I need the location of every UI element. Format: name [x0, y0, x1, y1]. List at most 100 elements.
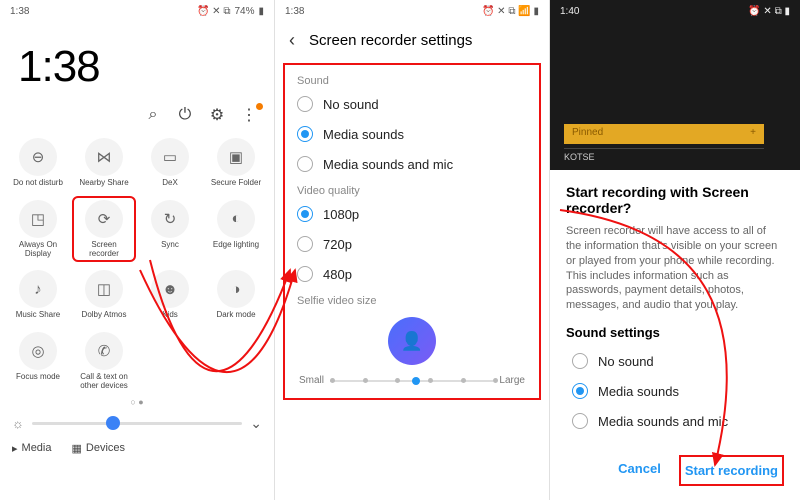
tile-label: Always On Display: [8, 241, 68, 259]
quick-settings-panel: 1:38 ⏰ ✕ ⧉74%▮ 1:38 ⌕ ⏻ ⚙ ⋮ ⊖ Do not dist…: [0, 0, 275, 500]
tile-label: Dark mode: [216, 311, 255, 320]
dialog-text: Screen recorder will have access to all …: [566, 224, 784, 313]
status-bar: 1:40 ⏰ ✕ ⧉ ▮: [550, 0, 800, 22]
search-icon[interactable]: ⌕: [144, 106, 162, 124]
radio-icon: [297, 206, 313, 222]
radio-icon: [297, 96, 313, 112]
tile-label: Call & text on other devices: [74, 373, 134, 391]
quality-option-480p[interactable]: 480p: [291, 259, 533, 289]
tile-label: DeX: [162, 179, 178, 188]
quick-tile-always-on-display[interactable]: ◳ Always On Display: [6, 196, 70, 263]
tile-label: Secure Folder: [211, 179, 261, 188]
panel-clock: 1:38: [0, 22, 274, 106]
option-label: Media sounds: [598, 384, 679, 399]
start-recording-button[interactable]: Start recording: [679, 455, 784, 486]
sound-option-media-sounds-and-mic[interactable]: Media sounds and mic: [291, 149, 533, 179]
quick-tile-dark-mode[interactable]: ◑Dark mode: [204, 266, 268, 324]
quick-tile-focus-mode[interactable]: ◎ Focus mode: [6, 328, 70, 395]
sound-option-media-sounds[interactable]: Media sounds: [291, 119, 533, 149]
dialog-subheader: Sound settings: [566, 325, 784, 340]
dialog-sound-option-media-sounds-and-mic[interactable]: Media sounds and mic: [566, 406, 784, 436]
tile-icon: ♪: [19, 270, 57, 308]
page-title: Screen recorder settings: [309, 32, 472, 49]
status-time: 1:38: [285, 6, 304, 17]
option-label: 1080p: [323, 207, 359, 222]
quick-tile-sync[interactable]: ↻Sync: [138, 196, 202, 263]
section-header-sound: Sound: [291, 69, 533, 89]
tile-label: Kids: [162, 311, 178, 320]
panel-footer: ▸Media ▦Devices: [0, 438, 274, 459]
settings-icon[interactable]: ⚙: [208, 106, 226, 124]
cancel-button[interactable]: Cancel: [614, 455, 665, 486]
quick-tile-kids[interactable]: ☻ Kids: [138, 266, 202, 324]
quick-tile-edge-lighting[interactable]: ◐ Edge lighting: [204, 196, 268, 263]
media-button[interactable]: ▸Media: [12, 442, 52, 455]
highlight-box: Sound No sound Media sounds Media sounds a…: [283, 63, 541, 400]
dialog-sound-option-media-sounds[interactable]: Media sounds: [566, 376, 784, 406]
status-bar: 1:38 ⏰ ✕ ⧉74%▮: [0, 0, 274, 22]
page-dots: ○ ●: [0, 395, 274, 409]
tile-icon: ◎: [19, 332, 57, 370]
option-label: 720p: [323, 237, 352, 252]
status-time: 1:38: [10, 6, 29, 17]
tile-icon: ◳: [19, 200, 57, 238]
tile-label: Screen recorder: [76, 241, 132, 259]
quick-tile-dolby-atmos[interactable]: ◫Dolby Atmos: [72, 266, 136, 324]
power-icon[interactable]: ⏻: [176, 106, 194, 124]
quality-option-720p[interactable]: 720p: [291, 229, 533, 259]
tile-label: Nearby Share: [79, 179, 128, 188]
quick-tile-dex[interactable]: ▭ DeX: [138, 134, 202, 192]
option-label: Media sounds and mic: [598, 414, 728, 429]
radio-icon: [297, 126, 313, 142]
option-label: Media sounds: [323, 127, 404, 142]
kotse-label: KOTSE: [564, 148, 764, 162]
avatar-icon: 👤: [388, 317, 436, 365]
quick-tile-secure-folder[interactable]: ▣ Secure Folder: [204, 134, 268, 192]
devices-button[interactable]: ▦Devices: [72, 442, 126, 455]
selfie-size-slider[interactable]: Small Large: [299, 375, 525, 386]
tile-icon: ▭: [151, 138, 189, 176]
tile-label: Dolby Atmos: [82, 311, 127, 320]
panel-toolbar: ⌕ ⏻ ⚙ ⋮: [0, 106, 274, 134]
tile-icon: ◐: [217, 200, 255, 238]
radio-icon: [572, 413, 588, 429]
status-icons: ⏰ ✕ ⧉ ▮: [748, 6, 790, 17]
status-icons: ⏰ ✕ ⧉ 📶 ▮: [482, 6, 539, 17]
option-label: No sound: [323, 97, 379, 112]
tile-label: Sync: [161, 241, 179, 250]
tile-icon: ⊖: [19, 138, 57, 176]
tile-icon: ☻: [151, 270, 189, 308]
quick-tiles-grid: ⊖ Do not disturb ⋈ Nearby Share ▭ DeX ▣ Secure …: [0, 134, 274, 395]
radio-icon: [297, 236, 313, 252]
quick-tile-screen-recorder[interactable]: ⟳Screen recorder: [72, 196, 136, 263]
quick-tile-do-not-disturb[interactable]: ⊖ Do not disturb: [6, 134, 70, 192]
option-label: 480p: [323, 267, 352, 282]
play-icon: ▸: [12, 442, 18, 455]
tile-icon: ▣: [217, 138, 255, 176]
grid-icon: ▦: [72, 442, 82, 455]
quick-tile-call-text-on-other-devices[interactable]: ✆Call & text on other devices: [72, 328, 136, 395]
sound-option-no-sound[interactable]: No sound: [291, 89, 533, 119]
recording-dialog-panel: 1:40 ⏰ ✕ ⧉ ▮ Pinned+ KOTSE Start recordi…: [550, 0, 800, 500]
pinned-bar: Pinned+: [564, 124, 764, 144]
quick-tile-nearby-share[interactable]: ⋈ Nearby Share: [72, 134, 136, 192]
quick-tile-music-share[interactable]: ♪ Music Share: [6, 266, 70, 324]
chevron-down-icon[interactable]: ⌄: [250, 415, 262, 432]
tile-label: Focus mode: [16, 373, 60, 382]
tile-label: Music Share: [16, 311, 60, 320]
tile-label: Do not disturb: [13, 179, 63, 188]
more-icon[interactable]: ⋮: [240, 106, 258, 124]
option-label: No sound: [598, 354, 654, 369]
brightness-icon: ☼: [12, 416, 24, 431]
brightness-slider[interactable]: ☼ ⌄: [0, 409, 274, 438]
back-icon[interactable]: ‹: [289, 30, 295, 51]
tile-label: Edge lighting: [213, 241, 259, 250]
settings-header: ‹ Screen recorder settings: [275, 22, 549, 59]
dialog-sound-option-no-sound[interactable]: No sound: [566, 346, 784, 376]
settings-panel: 1:38 ⏰ ✕ ⧉ 📶 ▮ ‹ Screen recorder setting…: [275, 0, 550, 500]
option-label: Media sounds and mic: [323, 157, 453, 172]
quality-option-1080p[interactable]: 1080p: [291, 199, 533, 229]
radio-icon: [297, 156, 313, 172]
dialog-title: Start recording with Screen recorder?: [566, 184, 784, 216]
tile-icon: ⋈: [85, 138, 123, 176]
